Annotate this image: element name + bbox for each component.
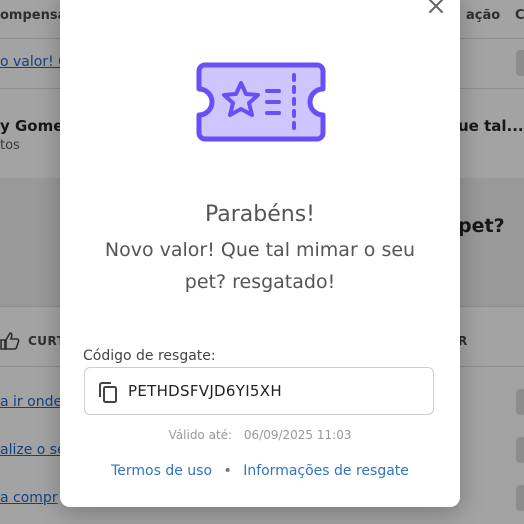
code-label: Código de resgate:	[83, 348, 216, 364]
close-icon[interactable]	[426, 0, 446, 16]
modal-message: Novo valor! Que tal mimar o seu pet? res…	[104, 239, 416, 293]
redeem-info-link[interactable]: Informações de resgate	[243, 463, 409, 479]
redeem-success-modal: Parabéns! Novo valor! Que tal mimar o se…	[60, 0, 460, 507]
terms-link[interactable]: Termos de uso	[111, 463, 212, 479]
validity-info: Válido até: 06/09/2025 11:03	[60, 428, 460, 442]
modal-title: Parabéns!	[204, 202, 315, 227]
redeem-code-value[interactable]: PETHDSFVJD6YI5XH	[128, 382, 282, 400]
valid-date: 06/09/2025 11:03	[243, 428, 352, 442]
valid-label: Válido até:	[168, 428, 233, 442]
redeem-code-field[interactable]: PETHDSFVJD6YI5XH	[84, 367, 434, 415]
link-separator: •	[223, 463, 232, 479]
ticket-star-icon	[195, 61, 327, 143]
copy-icon[interactable]	[97, 381, 119, 403]
footer-links: Termos de uso • Informações de resgate	[60, 463, 460, 479]
